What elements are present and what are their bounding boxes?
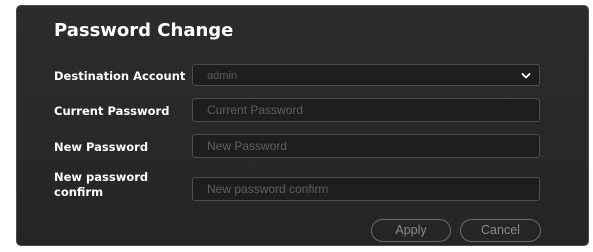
destination-account-label: Destination Account — [54, 69, 186, 83]
destination-account-select[interactable]: admin — [192, 64, 540, 86]
dialog-title: Password Change — [54, 20, 234, 41]
password-change-dialog: Password Change Destination Account admi… — [16, 5, 589, 246]
new-password-confirm-label-line2: confirm — [54, 185, 104, 199]
apply-button[interactable]: Apply — [371, 219, 451, 242]
new-password-field[interactable] — [192, 134, 540, 158]
new-password-label: New Password — [54, 140, 149, 154]
current-password-field[interactable] — [192, 98, 540, 122]
new-password-confirm-field[interactable] — [192, 177, 540, 201]
destination-account-value: admin — [207, 70, 237, 82]
new-password-confirm-label: New password confirm — [54, 170, 148, 200]
new-password-confirm-label-line1: New password — [54, 170, 149, 184]
cancel-button[interactable]: Cancel — [460, 219, 541, 242]
current-password-label: Current Password — [54, 104, 170, 118]
chevron-down-icon — [521, 73, 531, 79]
